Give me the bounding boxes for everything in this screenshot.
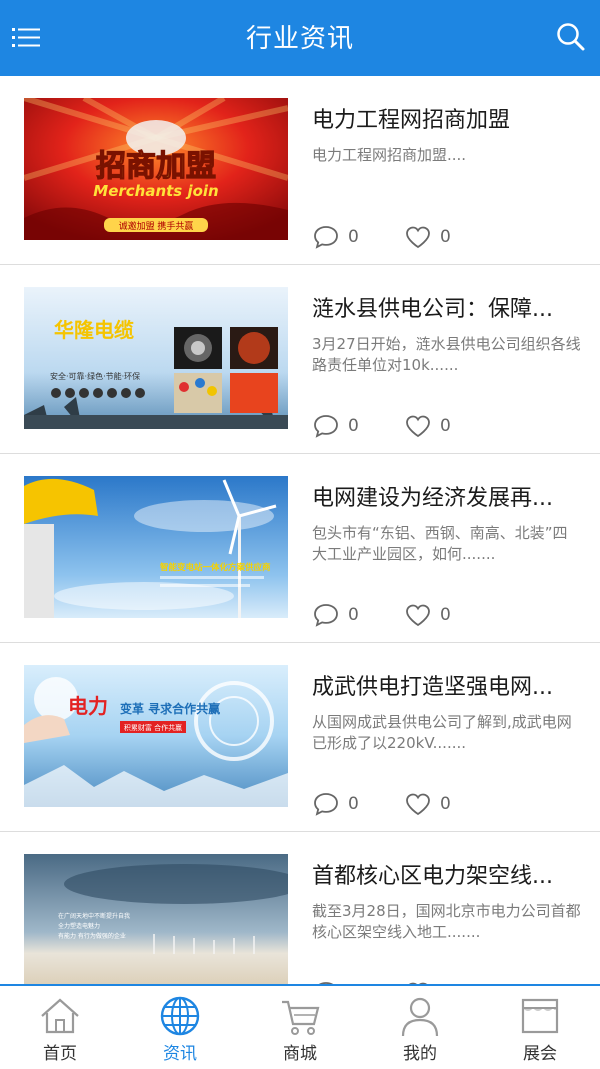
- like-count[interactable]: 0: [404, 791, 451, 817]
- like-count-value: 0: [440, 794, 451, 814]
- article-title[interactable]: 涟水县供电公司：保障...: [312, 295, 582, 325]
- thumb-text: 安全·可靠·绿色·节能·环保: [50, 371, 140, 381]
- globe-icon: [160, 996, 200, 1036]
- thumb-text: 变革 寻求合作共赢: [120, 701, 220, 716]
- comment-count[interactable]: 0: [312, 413, 359, 439]
- like-count[interactable]: 0: [404, 413, 451, 439]
- top-bar: 行业资讯: [0, 0, 600, 76]
- heart-icon: [406, 604, 430, 627]
- tab-news[interactable]: 资讯: [120, 986, 240, 1069]
- article-thumbnail: 智能变电站一体化方案供应商: [24, 476, 288, 618]
- like-count-value: 0: [440, 227, 451, 247]
- article-thumbnail: 电力 变革 寻求合作共赢 积累财富 合作共赢: [24, 665, 288, 807]
- thumb-text: 在广阔天地中不断提升自我: [58, 912, 130, 920]
- cart-icon: [282, 1000, 320, 1035]
- like-count-value: 0: [440, 605, 451, 625]
- article-thumbnail: 在广阔天地中不断提升自我 全力塑造电魅力 有能力 有行为做强的企业: [24, 854, 288, 984]
- comment-count-value: 0: [348, 416, 359, 436]
- article-summary: 电力工程网招商加盟....: [312, 146, 467, 164]
- tab-home[interactable]: 首页: [0, 986, 120, 1069]
- article-item[interactable]: 华隆电缆 安全·可靠·绿色·节能·环保 涟水县供电公司：保障... 3月27日开…: [0, 265, 600, 454]
- tab-exhibition[interactable]: 展会: [480, 986, 600, 1069]
- article-title[interactable]: 首都核心区电力架空线...: [312, 862, 582, 892]
- article-list: 招商加盟 Merchants join 诚邀加盟 携手共赢 电力工程网招商加盟 …: [0, 76, 600, 984]
- article-item[interactable]: 智能变电站一体化方案供应商 电网建设为经济发展再... 包头市有“东铝、西钢、南…: [0, 454, 600, 643]
- search-icon[interactable]: [554, 20, 586, 52]
- comment-count[interactable]: 0: [312, 602, 359, 628]
- comment-icon: [314, 604, 338, 627]
- user-icon: [401, 997, 439, 1037]
- thumb-text: 有能力 有行为做强的企业: [58, 932, 126, 940]
- like-count[interactable]: 0: [404, 602, 451, 628]
- exhibition-icon: [521, 998, 559, 1034]
- tab-label: 商城: [283, 1044, 317, 1064]
- like-count-value: 0: [440, 416, 451, 436]
- heart-icon: [406, 226, 430, 249]
- article-summary: 从国网成武县供电公司了解到,成武电网已形成了以220kV.......: [312, 713, 572, 752]
- thumb-text: 招商加盟: [96, 149, 216, 184]
- home-icon: [41, 998, 79, 1034]
- comment-count-value: 0: [348, 227, 359, 247]
- article-title[interactable]: 电网建设为经济发展再...: [312, 484, 582, 514]
- like-count[interactable]: 0: [404, 224, 451, 250]
- article-summary: 包头市有“东铝、西钢、南高、北装”四大工业产业园区，如何.......: [312, 524, 568, 563]
- article-summary: 3月27日开始，涟水县供电公司组织各线路责任单位对10k......: [312, 335, 581, 374]
- tab-label: 首页: [43, 1044, 77, 1064]
- tab-mine[interactable]: 我的: [360, 986, 480, 1069]
- thumb-text: 智能变电站一体化方案供应商: [159, 562, 271, 573]
- comment-icon: [314, 226, 338, 249]
- article-thumbnail: 招商加盟 Merchants join 诚邀加盟 携手共赢: [24, 98, 288, 240]
- article-title[interactable]: 成武供电打造坚强电网...: [312, 673, 582, 703]
- article-item[interactable]: 招商加盟 Merchants join 诚邀加盟 携手共赢 电力工程网招商加盟 …: [0, 76, 600, 265]
- thumb-text: 华隆电缆: [54, 318, 134, 342]
- page-title: 行业资讯: [245, 24, 354, 54]
- tab-label: 资讯: [163, 1044, 197, 1064]
- thumb-text: 电力: [68, 694, 108, 718]
- tab-label: 我的: [403, 1044, 437, 1064]
- heart-icon: [406, 415, 430, 438]
- comment-icon: [314, 415, 338, 438]
- comment-count-value: 0: [348, 605, 359, 625]
- comment-icon: [314, 793, 338, 816]
- comment-count[interactable]: 0: [312, 791, 359, 817]
- bottom-tab-bar: 首页 资讯 商城 我的 展会: [0, 984, 600, 1069]
- article-thumbnail: 华隆电缆 安全·可靠·绿色·节能·环保: [24, 287, 288, 429]
- tab-shop[interactable]: 商城: [240, 986, 360, 1069]
- comment-count-value: 0: [348, 794, 359, 814]
- heart-icon: [406, 793, 430, 816]
- thumb-text: 全力塑造电魅力: [58, 922, 100, 930]
- article-item[interactable]: 在广阔天地中不断提升自我 全力塑造电魅力 有能力 有行为做强的企业 首都核心区电…: [0, 832, 600, 984]
- comment-count[interactable]: 0: [312, 224, 359, 250]
- article-summary: 截至3月28日，国网北京市电力公司首都核心区架空线入地工.......: [312, 902, 581, 941]
- thumb-text: 诚邀加盟 携手共赢: [119, 220, 194, 232]
- article-title[interactable]: 电力工程网招商加盟: [312, 106, 582, 136]
- article-item[interactable]: 电力 变革 寻求合作共赢 积累财富 合作共赢 成武供电打造坚强电网... 从国网…: [0, 643, 600, 832]
- thumb-text: 积累财富 合作共赢: [124, 723, 182, 732]
- thumb-text: Merchants join: [93, 182, 218, 200]
- tab-label: 展会: [523, 1044, 557, 1064]
